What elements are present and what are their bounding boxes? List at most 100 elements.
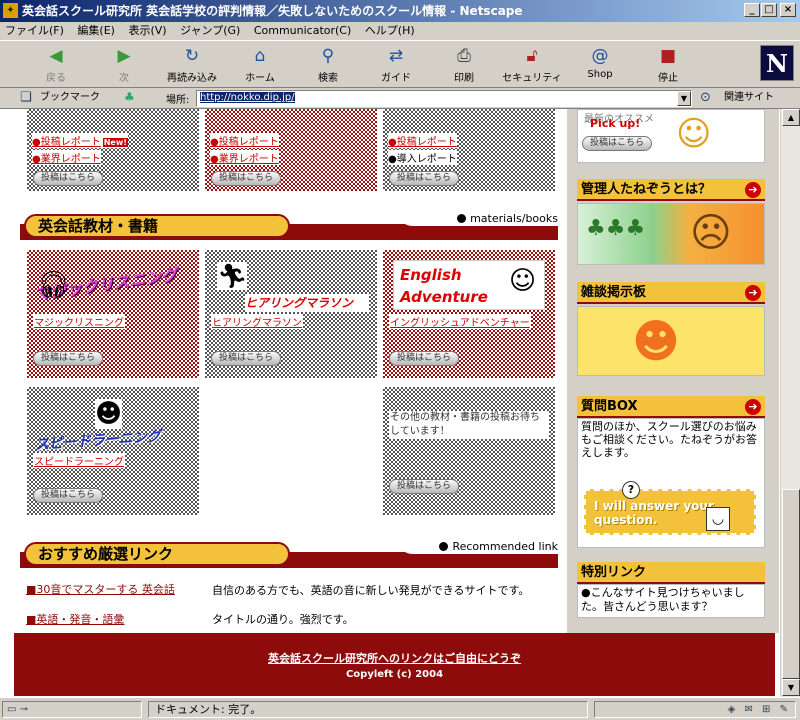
book-link[interactable]: ヒアリングマラソン <box>211 314 303 329</box>
book-cell[interactable]: ☻ スピードラーニング スピードラーニング 投稿はこちら <box>27 387 199 515</box>
qbox-header[interactable]: 質問BOX ➔ <box>577 396 765 418</box>
navigator-icon[interactable]: ◈ <box>728 704 739 715</box>
special-desc[interactable]: ●こんなサイト見つけちゃいました。皆さんどう思います？ <box>581 586 763 614</box>
search-button[interactable]: ⚲ 検索 <box>296 45 360 87</box>
connection-icon[interactable]: ⊸ <box>20 704 28 715</box>
back-label: 戻る <box>46 73 66 84</box>
bullet-icon <box>457 214 467 223</box>
shop-button[interactable]: @ Shop <box>568 45 632 87</box>
bbs-header[interactable]: 雑談掲示板 ➔ <box>577 282 765 304</box>
guide-button[interactable]: ⇄ ガイド <box>364 45 428 87</box>
book-cell[interactable]: その他の教材・書籍の投稿お待ちしています！ 投稿はこちら <box>383 387 555 515</box>
post-button[interactable]: 投稿はこちら <box>582 136 652 151</box>
stop-label: 停止 <box>658 73 678 84</box>
post-button[interactable]: 投稿はこちら <box>33 351 103 366</box>
menu-help[interactable]: ヘルプ(H) <box>360 22 420 40</box>
arrow-right-icon: ➔ <box>745 285 761 301</box>
status-text: ドキュメント: 完了。 <box>148 701 588 718</box>
special-box: ●こんなサイト見つけちゃいました。皆さんどう思います？ <box>577 584 765 618</box>
page-proxy-icon[interactable]: ♣ <box>124 90 138 104</box>
close-button[interactable]: × <box>780 3 796 17</box>
scroll-up-button[interactable]: ▲ <box>782 109 800 126</box>
book-cell[interactable]: English Adventure ☺ イングリッシュアドベンチャー 投稿はこち… <box>383 250 555 378</box>
menu-file[interactable]: ファイル(F) <box>0 22 69 40</box>
section-title: おすすめ厳選リンク <box>24 542 290 566</box>
scroll-down-button[interactable]: ▼ <box>782 679 800 696</box>
maximize-button[interactable]: □ <box>761 3 777 17</box>
portrait-icon: ☺ <box>509 266 537 296</box>
post-button[interactable]: 投稿はこちら <box>211 351 281 366</box>
related-sites-icon: ⊙ <box>700 90 711 105</box>
url-input[interactable]: http://nokko.dip.jp/ <box>196 90 692 107</box>
intro-report-link[interactable]: ●導入レポート <box>388 150 457 165</box>
printer-icon: ⎙ <box>457 46 471 66</box>
home-button[interactable]: ⌂ ホーム <box>228 45 292 87</box>
composer-icon[interactable]: ✎ <box>780 704 791 715</box>
pickup-box[interactable]: 最新のオススメ Pick up! 投稿はこちら ☺ <box>577 109 765 163</box>
recommended-desc: タイトルの通り。強烈です。 <box>212 613 354 626</box>
related-sites-label: 関連サイト <box>724 92 774 103</box>
menu-view[interactable]: 表示(V) <box>123 22 171 40</box>
stop-button[interactable]: ■ 停止 <box>636 45 700 87</box>
url-dropdown-button[interactable]: ▼ <box>677 91 691 106</box>
security-button[interactable]: 🔓︎ セキュリティ <box>500 45 564 87</box>
book-cell[interactable]: マジックリスニング 🎧︎ マジックリスニング 投稿はこちら <box>27 250 199 378</box>
qbox-box[interactable]: 質問のほか、スクール選びのお悩みもご相談ください。たねぞうがお答えします。 I … <box>577 418 765 548</box>
recommended-link[interactable]: ■英語・発音・語彙 <box>26 611 124 627</box>
related-sites-button[interactable]: ⊙ 関連サイト <box>700 90 774 106</box>
location-label: 場所: <box>166 95 190 106</box>
footer-copyright: Copyleft (c) 2004 <box>345 669 444 680</box>
menu-edit[interactable]: 編集(E) <box>72 22 120 40</box>
back-arrow-icon: ◀ <box>49 46 63 66</box>
report-link[interactable]: ●投稿レポート <box>210 133 279 148</box>
vertical-scrollbar[interactable]: ▲ ▼ <box>780 109 800 697</box>
reload-button[interactable]: ↻ 再読み込み <box>160 45 224 87</box>
recommended-desc: 自信のある方でも、英語の音に新しい発見ができるサイトです。 <box>212 584 530 597</box>
recommended-link[interactable]: ■30音でマスターする 英会話 <box>26 581 175 597</box>
about-banner[interactable]: ♣♣♣ ☹ <box>577 203 765 265</box>
menu-bar: ファイル(F) 編集(E) 表示(V) ジャンプ(G) Communicator… <box>0 22 800 40</box>
security-label: セキュリティ <box>502 73 562 84</box>
report-link[interactable]: ●投稿レポート <box>388 133 457 148</box>
book-title: ヒアリングマラソン <box>245 294 369 312</box>
post-button[interactable]: 投稿はこちら <box>389 171 459 186</box>
industry-report-link[interactable]: ●業界レポート <box>210 150 279 165</box>
book-link[interactable]: イングリッシュアドベンチャー <box>389 314 531 329</box>
bbs-banner[interactable]: ☻ <box>577 306 765 376</box>
print-label: 印刷 <box>454 73 474 84</box>
status-bar: ▭ ⊸ ドキュメント: 完了。 ◈ ✉ ⊞ ✎ <box>0 697 800 720</box>
reload-icon: ↻ <box>184 46 200 66</box>
newsgroup-icon[interactable]: ⊞ <box>762 704 773 715</box>
navigation-toolbar: ◀ 戻る ▶ 次 ↻ 再読み込み ⌂ ホーム ⚲ 検索 ⇄ ガイド ⎙ 印刷 🔓… <box>0 40 800 88</box>
post-button[interactable]: 投稿はこちら <box>211 171 281 186</box>
minimize-button[interactable]: _ <box>744 3 760 17</box>
post-button[interactable]: 投稿はこちら <box>33 171 103 186</box>
scroll-thumb[interactable] <box>782 489 800 679</box>
window-title-bar[interactable]: ✦ 英会話スクール研究所 英会話学校の評判情報／失敗しないためのスクール情報 -… <box>0 0 800 22</box>
post-button[interactable]: 投稿はこちら <box>389 351 459 366</box>
menu-communicator[interactable]: Communicator(C) <box>249 22 356 40</box>
print-button[interactable]: ⎙ 印刷 <box>432 45 496 87</box>
special-header[interactable]: 特別リンク <box>577 562 765 584</box>
about-header[interactable]: 管理人たねぞうとは？ ➔ <box>577 179 765 201</box>
book-link[interactable]: マジックリスニング <box>33 314 125 329</box>
home-icon: ⌂ <box>254 46 266 66</box>
footer-link[interactable]: 英会話スクール研究所へのリンクはご自由にどうぞ <box>14 650 775 666</box>
security-status-icon[interactable]: ▭ <box>7 704 16 715</box>
search-icon: ⚲ <box>321 46 335 66</box>
post-button[interactable]: 投稿はこちら <box>389 479 459 494</box>
industry-report-link[interactable]: ●業界レポート <box>32 150 101 165</box>
report-cell-1: ●投稿レポート New! ●業界レポート 投稿はこちら <box>27 109 199 191</box>
mail-icon[interactable]: ✉ <box>744 704 755 715</box>
back-button[interactable]: ◀ 戻る <box>24 45 88 87</box>
post-button[interactable]: 投稿はこちら <box>33 488 103 503</box>
book-link[interactable]: スピードラーニング <box>33 453 125 468</box>
report-link[interactable]: ●投稿レポート New! <box>32 133 128 148</box>
menu-go[interactable]: ジャンプ(G) <box>175 22 245 40</box>
component-bar[interactable]: ◈ ✉ ⊞ ✎ <box>594 701 796 718</box>
special-title: 特別リンク <box>581 565 647 580</box>
page-content: ●投稿レポート New! ●業界レポート 投稿はこちら ●投稿レポート ●業界レポ… <box>0 109 780 697</box>
book-cell[interactable]: 🏃︎ ヒアリングマラソン ヒアリングマラソン 投稿はこちら <box>205 250 377 378</box>
bookmarks-button[interactable]: ❏ ブックマーク <box>18 90 118 106</box>
forward-button[interactable]: ▶ 次 <box>92 45 156 87</box>
